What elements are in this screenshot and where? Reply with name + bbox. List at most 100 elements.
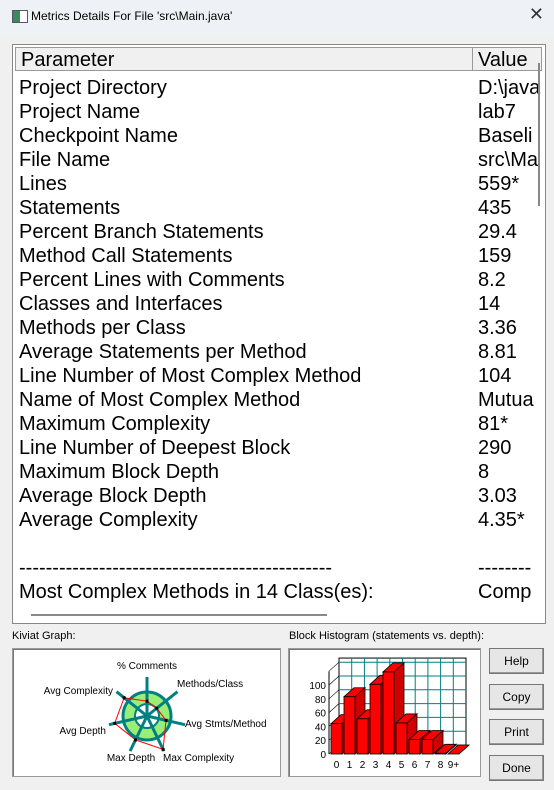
bar (408, 739, 421, 755)
row-value: 290 (478, 437, 512, 459)
row-value: 81* (478, 413, 509, 435)
row-value: 104 (478, 365, 512, 387)
kiviat-axis-label: Max Depth (107, 753, 155, 764)
kiviat-axis-label: Max Complexity (163, 753, 234, 764)
histogram-label: Block Histogram (statements vs. depth): (289, 630, 485, 642)
row-value: 8.2 (478, 269, 506, 291)
metrics-list[interactable]: Parameter Value Project Directory D:\java… (12, 44, 546, 624)
kiviat-point (161, 747, 165, 751)
row-parameter: File Name (19, 149, 111, 171)
x-tick-label: 0 (334, 760, 340, 771)
row-value: Comp (478, 581, 532, 603)
x-tick-label: 6 (412, 760, 418, 771)
kiviat-point (145, 699, 149, 703)
kiviat-axis-label: Methods/Class (177, 679, 243, 690)
grid-line (328, 689, 340, 700)
row-value: 4.35* (478, 509, 525, 531)
close-icon[interactable]: ✕ (529, 4, 544, 25)
kiviat-point (155, 706, 159, 710)
kiviat-point (113, 721, 117, 725)
grid-line (328, 703, 340, 713)
row-value: 8 (478, 461, 490, 483)
app-icon (12, 10, 28, 23)
row-value: lab7 (478, 101, 516, 123)
row-value: -------- (478, 557, 532, 579)
x-tick-label: 9+ (448, 760, 460, 771)
print-button[interactable]: Print (489, 719, 544, 745)
copy-button[interactable]: Copy (489, 684, 544, 710)
kiviat-point (122, 696, 126, 700)
y-tick-label: 100 (309, 681, 326, 692)
row-parameter: Method Call Statements (19, 245, 233, 267)
kiviat-axis-label: Avg Stmts/Method (185, 719, 267, 730)
column-header-parameter[interactable]: Parameter (15, 47, 473, 71)
block-histogram: 0 20 40 60 80 100 0 1 2 3 4 5 6 7 8 9+ (288, 648, 481, 777)
row-parameter: Project Directory (19, 77, 167, 99)
y-tick-label: 0 (320, 750, 326, 761)
kiviat-label: Kiviat Graph: (12, 630, 76, 642)
row-parameter: Lines (19, 173, 67, 195)
kiviat-axis-label: % Comments (117, 661, 177, 672)
bar (421, 739, 434, 755)
bar (356, 718, 369, 755)
horizontal-scrollbar[interactable] (31, 614, 327, 616)
row-parameter: Most Complex Methods in 14 Class(es): (19, 581, 374, 603)
row-value: 14 (478, 293, 501, 315)
bar (330, 723, 343, 755)
row-parameter: Checkpoint Name (19, 125, 178, 147)
row-parameter: Percent Lines with Comments (19, 269, 285, 291)
grid-line (328, 661, 340, 672)
row-value: src\Ma (478, 149, 538, 171)
row-parameter: Statements (19, 197, 121, 219)
help-button[interactable]: Help (489, 648, 544, 674)
row-parameter: Percent Branch Statements (19, 221, 264, 243)
row-parameter: Average Statements per Method (19, 341, 307, 363)
x-tick-label: 7 (425, 760, 431, 771)
kiviat-axis-label: Avg Depth (59, 726, 106, 737)
row-value: 29.4 (478, 221, 517, 243)
kiviat-point (133, 738, 137, 742)
row-parameter: Classes and Interfaces (19, 293, 223, 315)
row-parameter: Average Block Depth (19, 485, 207, 507)
title-bar: Metrics Details For File 'src\Main.java'… (0, 0, 554, 34)
row-parameter: Average Complexity (19, 509, 198, 531)
row-value: 8.81 (478, 341, 517, 363)
kiviat-axis-label: Avg Complexity (44, 686, 113, 697)
kiviat-point (164, 718, 168, 722)
y-tick-label: 20 (315, 736, 327, 747)
bar (382, 671, 395, 755)
bar (434, 752, 447, 755)
bar (343, 696, 356, 755)
bar (395, 722, 408, 755)
y-tick-label: 80 (315, 695, 327, 706)
row-value: 435 (478, 197, 512, 219)
y-tick-label: 40 (315, 722, 327, 733)
vertical-scrollbar[interactable] (538, 63, 540, 206)
done-button[interactable]: Done (489, 755, 544, 781)
row-parameter: Line Number of Most Complex Method (19, 365, 362, 387)
row-parameter: ----------------------------------------… (19, 557, 333, 579)
grid-line (328, 675, 340, 686)
x-tick-label: 8 (438, 760, 444, 771)
row-value: 3.03 (478, 485, 517, 507)
row-parameter: Maximum Block Depth (19, 461, 220, 483)
row-parameter: Name of Most Complex Method (19, 389, 301, 411)
row-value: Baseli (478, 125, 533, 147)
bar (369, 683, 382, 755)
y-tick-label: 60 (315, 709, 327, 720)
row-value: 559* (478, 173, 520, 195)
kiviat-graph: % Comments Methods/Class Avg Stmts/Method M… (12, 648, 281, 777)
row-value: 3.36 (478, 317, 517, 339)
row-value: D:\java (478, 77, 541, 99)
row-value: Mutua (478, 389, 534, 411)
window-title: Metrics Details For File 'src\Main.java' (31, 9, 233, 23)
row-parameter: Line Number of Deepest Block (19, 437, 291, 459)
column-header-value[interactable]: Value (472, 47, 542, 71)
row-parameter: Methods per Class (19, 317, 186, 339)
row-parameter: Maximum Complexity (19, 413, 211, 435)
x-tick-label: 1 (347, 760, 353, 771)
row-parameter: Project Name (19, 101, 141, 123)
x-tick-label: 2 (360, 760, 366, 771)
row-value: 159 (478, 245, 512, 267)
x-tick-label: 3 (373, 760, 379, 771)
